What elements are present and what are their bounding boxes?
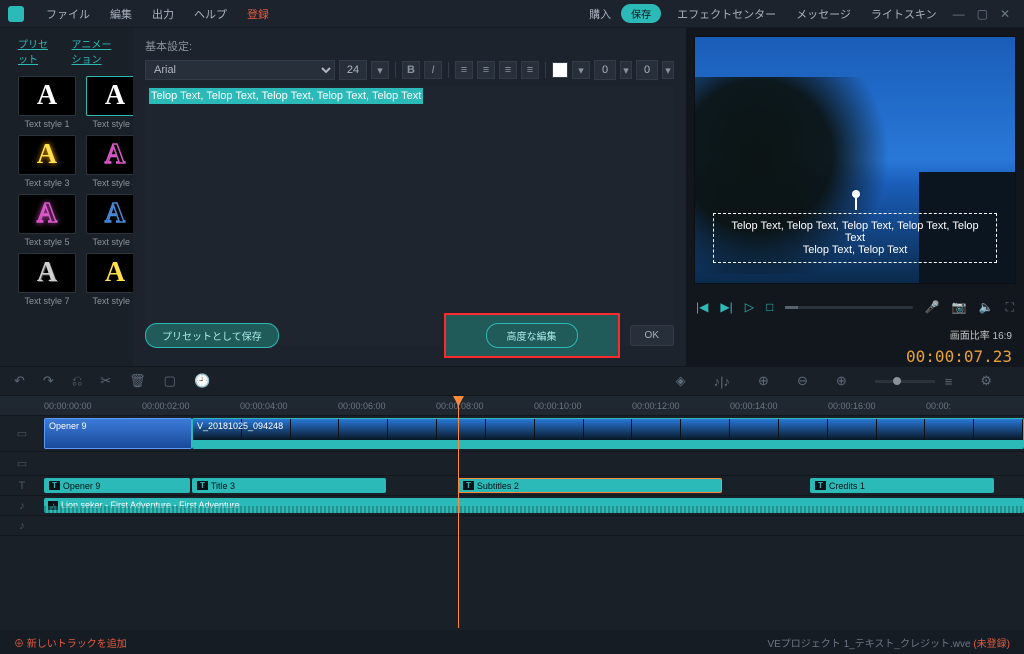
app-logo	[8, 6, 24, 22]
align-justify-icon[interactable]: ≡	[521, 61, 539, 79]
menu-edit[interactable]: 編集	[100, 6, 142, 22]
timeline-ruler[interactable]: 00:00:00:00 00:00:02:00 00:00:04:00 00:0…	[0, 396, 1024, 416]
window-maximize-icon[interactable]: ▢	[971, 7, 994, 21]
clip-text-opener[interactable]: TOpener 9	[44, 478, 190, 493]
add-track-button[interactable]: ⊕ 新しいトラックを追加	[14, 635, 127, 650]
aspect-ratio-label: 画面比率 16:9	[950, 327, 1012, 342]
next-frame-icon[interactable]: ▶|	[720, 300, 732, 314]
clip-opener[interactable]: Opener 9	[44, 418, 192, 449]
menu-light-skin[interactable]: ライトスキン	[861, 6, 947, 22]
zoom-out-icon[interactable]: ⊖	[797, 373, 808, 389]
window-minimize-icon[interactable]: —	[947, 7, 971, 21]
history-icon[interactable]: 🕘	[194, 373, 210, 389]
save-button[interactable]: 保存	[621, 4, 661, 23]
size-dropdown-icon[interactable]: ▾	[371, 61, 389, 79]
basic-settings-label: 基本設定:	[145, 38, 674, 54]
menubar: ファイル 編集 出力 ヘルプ 登録 購入 保存 エフェクトセンター メッセージ …	[0, 0, 1024, 28]
tab-animation[interactable]: アニメーション	[72, 36, 121, 66]
font-family-select[interactable]: Arial	[145, 60, 335, 80]
zoom-fit-icon[interactable]: ⊕	[758, 373, 769, 389]
preview-video[interactable]: Telop Text, Telop Text, Telop Text, Telo…	[694, 36, 1016, 284]
settings-icon[interactable]: ⚙	[980, 373, 992, 389]
clip-text-title[interactable]: TTitle 3	[192, 478, 386, 493]
playback-slider[interactable]	[785, 306, 913, 309]
text-style-7[interactable]: A	[18, 253, 76, 293]
window-close-icon[interactable]: ✕	[994, 7, 1016, 21]
edit-tool-icon[interactable]: ⎌	[72, 373, 82, 389]
spacing-2-input[interactable]	[636, 60, 658, 80]
volume-icon[interactable]: 🔈	[979, 300, 994, 314]
clip-text-subtitle[interactable]: TSubtitles 2	[458, 478, 722, 493]
cut-icon[interactable]: ✂	[100, 373, 111, 389]
text-style-2[interactable]: A	[86, 76, 133, 116]
menu-file[interactable]: ファイル	[36, 6, 100, 22]
save-preset-button[interactable]: プリセットとして保存	[145, 323, 279, 348]
align-left-icon[interactable]: ≡	[455, 61, 473, 79]
text-style-5[interactable]: A	[18, 194, 76, 234]
ok-button[interactable]: OK	[630, 325, 674, 346]
menu-register[interactable]: 登録	[237, 6, 279, 22]
text-editor-panel: 基本設定: Arial ▾ B I ≡ ≡ ≡ ≡ ▾ ▾ ▾ Telop Te…	[133, 28, 686, 366]
redo-icon[interactable]: ↷	[43, 373, 54, 389]
audio-track-1-icon[interactable]: ♪	[0, 496, 44, 515]
telop-overlay[interactable]: Telop Text, Telop Text, Telop Text, Telo…	[713, 213, 997, 263]
stepper-2-icon[interactable]: ▾	[662, 61, 674, 79]
text-style-8[interactable]: A	[86, 253, 133, 293]
audio-settings-icon[interactable]: ♪|♪	[714, 374, 730, 389]
italic-icon[interactable]: I	[424, 61, 442, 79]
list-view-icon[interactable]: ≡	[945, 374, 953, 389]
text-track-icon[interactable]: T	[0, 476, 44, 495]
tab-preset[interactable]: プリセット	[18, 36, 54, 66]
delete-icon[interactable]: 🗑	[129, 373, 146, 389]
clip-video[interactable]: V_20181025_094248	[192, 418, 1024, 449]
overlay-track-icon[interactable]: ▭	[0, 452, 44, 475]
zoom-slider[interactable]	[875, 380, 935, 383]
menu-message[interactable]: メッセージ	[786, 6, 861, 22]
stepper-icon[interactable]: ▾	[620, 61, 632, 79]
text-style-4[interactable]: A	[86, 135, 133, 175]
bold-icon[interactable]: B	[402, 61, 420, 79]
video-track-icon[interactable]: ▭	[0, 416, 44, 451]
align-center-icon[interactable]: ≡	[477, 61, 495, 79]
menu-help[interactable]: ヘルプ	[184, 6, 237, 22]
project-name: VEプロジェクト 1_テキスト_クレジット.wve	[767, 639, 970, 650]
snapshot-icon[interactable]: 📷	[952, 300, 967, 314]
stop-icon[interactable]: □	[766, 300, 773, 314]
text-style-3[interactable]: A	[18, 135, 76, 175]
text-color-swatch[interactable]	[552, 62, 568, 78]
spacing-1-input[interactable]	[594, 60, 616, 80]
clip-audio[interactable]: ♪Lion seker - First Adventure - First Ad…	[44, 498, 1024, 513]
marker-icon[interactable]: ◈	[676, 373, 686, 389]
play-icon[interactable]: ▷	[745, 300, 754, 314]
preset-panel: プリセット アニメーション AText style 1 AText style …	[0, 28, 133, 366]
text-style-1[interactable]: A	[18, 76, 76, 116]
color-dropdown-icon[interactable]: ▾	[572, 61, 590, 79]
crop-icon[interactable]: ▢	[164, 373, 176, 389]
font-size-input[interactable]	[339, 60, 367, 80]
audio-track-2-icon[interactable]: ♪	[0, 516, 44, 535]
mic-icon[interactable]: 🎤	[925, 300, 940, 314]
preview-panel: Telop Text, Telop Text, Telop Text, Telo…	[686, 28, 1024, 366]
fullscreen-icon[interactable]: ⛶	[1006, 300, 1014, 315]
timeline-panel: ↶ ↷ ⎌ ✂ 🗑 ▢ 🕘 ◈ ♪|♪ ⊕ ⊖ ⊕ ≡ ⚙ 00:00:00:0…	[0, 366, 1024, 628]
playhead[interactable]	[458, 396, 459, 628]
advanced-edit-button[interactable]: 高度な編集	[444, 313, 620, 358]
status-bar: ⊕ 新しいトラックを追加 VEプロジェクト 1_テキスト_クレジット.wve (…	[0, 630, 1024, 654]
menu-purchase[interactable]: 購入	[579, 6, 621, 22]
menu-output[interactable]: 出力	[142, 6, 184, 22]
unsaved-label: (未登録)	[973, 639, 1010, 650]
undo-icon[interactable]: ↶	[14, 373, 25, 389]
menu-effect-center[interactable]: エフェクトセンター	[667, 6, 786, 22]
clip-text-credits[interactable]: TCredits 1	[810, 478, 994, 493]
text-style-6[interactable]: A	[86, 194, 133, 234]
prev-frame-icon[interactable]: |◀	[696, 300, 708, 314]
zoom-in-icon[interactable]: ⊕	[836, 373, 847, 389]
align-right-icon[interactable]: ≡	[499, 61, 517, 79]
timecode-display: 00:00:07.23	[906, 347, 1012, 366]
